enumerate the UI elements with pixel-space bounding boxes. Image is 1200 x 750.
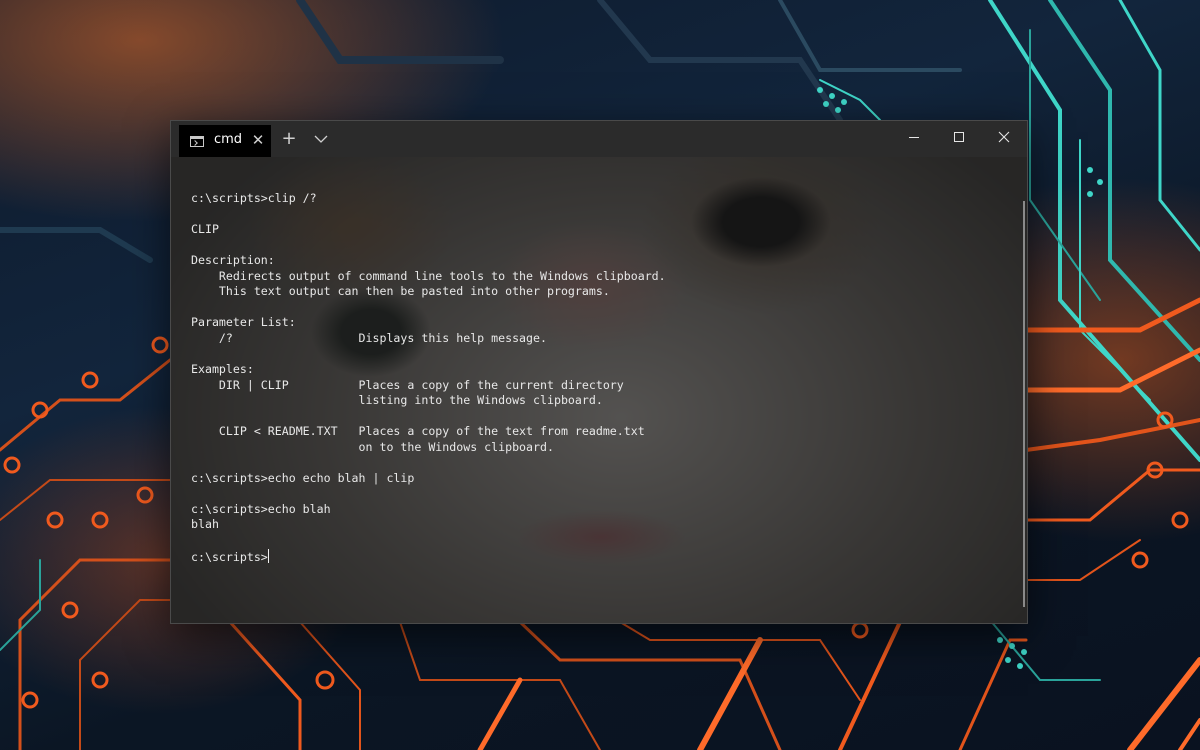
new-tab-button[interactable]: + <box>273 121 305 157</box>
tab-label: cmd <box>214 132 243 147</box>
terminal-content[interactable]: c:\scripts>clip /? CLIP Description: Redir… <box>171 157 1027 623</box>
terminal-line: This text output can then be pasted into… <box>191 284 610 299</box>
terminal-icon <box>190 136 204 147</box>
minimize-icon <box>909 137 919 138</box>
close-tab-icon[interactable]: ✕ <box>249 131 267 149</box>
terminal-line: c:\scripts> <box>191 548 269 564</box>
terminal-line: c:\scripts>echo blah <box>191 501 331 516</box>
scrollbar[interactable] <box>1023 201 1025 607</box>
terminal-line: blah <box>191 517 219 532</box>
maximize-icon <box>954 132 964 142</box>
minimize-button[interactable] <box>891 121 937 153</box>
terminal-line: c:\scripts>clip /? <box>191 191 317 205</box>
terminal-line: Examples: <box>191 362 254 377</box>
terminal-window: cmd ✕ + c:\scripts>clip /? CLIP Descript… <box>170 120 1028 624</box>
terminal-line: on to the Windows clipboard. <box>191 439 554 454</box>
close-icon <box>998 131 1010 143</box>
maximize-button[interactable] <box>936 121 982 153</box>
chevron-down-icon <box>314 135 328 143</box>
terminal-line: listing into the Windows clipboard. <box>191 393 603 408</box>
title-bar[interactable]: cmd ✕ + <box>171 121 1027 157</box>
terminal-output[interactable]: c:\scripts>clip /? CLIP Description: Redir… <box>191 191 666 564</box>
terminal-line: c:\scripts>echo echo blah | clip <box>191 470 415 485</box>
terminal-line: Description: <box>191 253 275 268</box>
terminal-line: CLIP < README.TXT Places a copy of the t… <box>191 424 645 439</box>
tab-dropdown-icon[interactable] <box>305 121 337 157</box>
terminal-line: DIR | CLIP Places a copy of the current … <box>191 377 624 392</box>
terminal-line: CLIP <box>191 222 219 237</box>
close-button[interactable] <box>981 121 1027 153</box>
tab-cmd[interactable]: cmd ✕ <box>179 125 271 157</box>
terminal-line: Redirects output of command line tools t… <box>191 268 666 283</box>
terminal-line: /? Displays this help message. <box>191 330 547 345</box>
terminal-line: Parameter List: <box>191 315 296 330</box>
text-cursor <box>267 548 269 563</box>
